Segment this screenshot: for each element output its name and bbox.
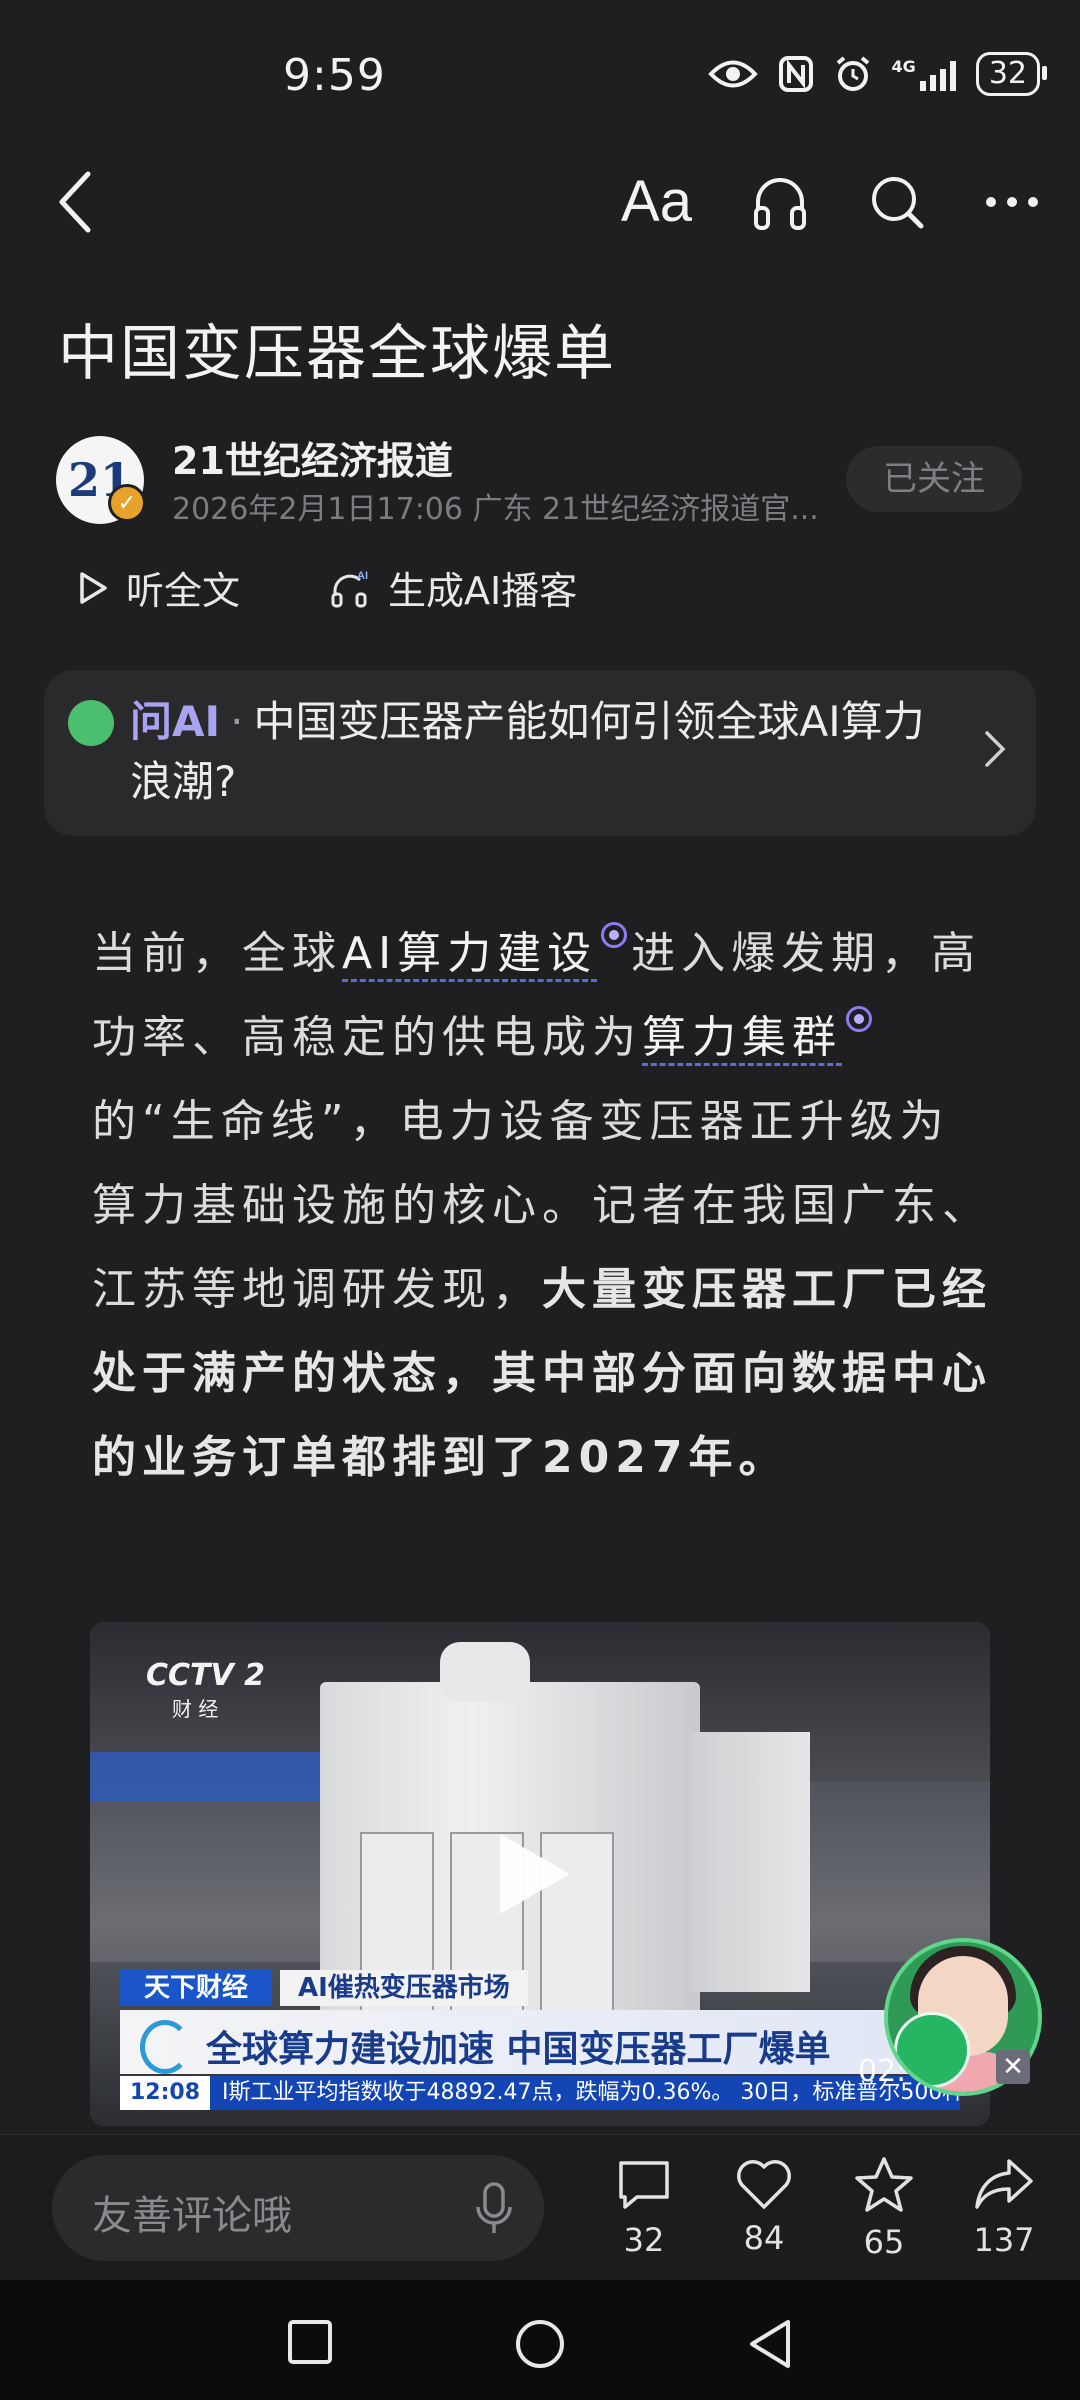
headphones-icon[interactable] [750,172,810,232]
bottom-bar: 友善评论哦 32 84 65 137 [0,2134,1080,2281]
follow-button[interactable]: 已关注 [846,446,1022,512]
comment-button[interactable]: 32 [584,2155,704,2261]
article-title: 中国变压器全球爆单 [58,319,616,389]
channel-logo: CCTV 2财 经 [146,1658,266,1721]
network-type: 4G [891,57,916,76]
article-body: 当前，全球AI算力建设 进入爆发期，高功率、高稳定的供电成为算力集群的“生命线”，… [92,912,992,1500]
ai-headphones-icon: AI [331,570,368,607]
top-nav: Aa [0,160,1080,250]
nfc-icon [778,56,813,92]
eye-icon [707,60,758,88]
ai-podcast-label: 生成AI播客 [388,569,578,613]
chevron-left-icon [59,171,91,233]
comment-input[interactable]: 友善评论哦 [52,2155,544,2261]
favorite-button[interactable]: 65 [824,2155,944,2261]
status-time: 9:59 [283,50,386,101]
video-tag: AI催热变压器市场 [280,1970,528,2006]
video-player[interactable]: CCTV 2财 经 天下财经 AI催热变压器市场 全球算力建设加速 中国变压器工… [90,1622,990,2126]
star-icon [855,2157,913,2212]
video-headline: 全球算力建设加速 中国变压器工厂爆单 [206,2029,831,2070]
microphone-icon[interactable] [474,2181,514,2237]
author-avatar[interactable]: 21 ✓ [56,436,146,524]
listen-full-button[interactable]: 听全文 [78,560,240,615]
play-outline-icon [80,571,107,604]
listen-full-label: 听全文 [126,569,241,613]
font-size-button[interactable]: Aa [621,168,692,235]
ticker-clock: 12:08 [120,2076,211,2110]
signal-icon: 4G [892,57,956,91]
swirl-logo-icon [140,2020,190,2074]
heart-icon [737,2160,791,2209]
body-text: 当前，全球 [92,928,342,979]
video-scene [440,1642,530,1702]
share-count: 137 [973,2221,1035,2259]
more-icon[interactable] [984,195,1040,209]
author-name[interactable]: 21世纪经济报道 [172,430,453,485]
comment-icon [619,2161,669,2209]
video-scene [690,1732,810,1992]
recent-apps-icon[interactable] [286,2318,334,2366]
listen-row: 听全文 AI 生成AI播客 [78,560,577,615]
ticker-text: I斯工业平均指数收于48892.47点，跌幅为0.36%。 30日，标准普尔50… [222,2080,960,2105]
ask-ai-logo-icon [68,700,114,746]
keyword-link[interactable]: 算力集群 [642,1012,842,1066]
close-icon[interactable]: ✕ [996,2050,1030,2084]
search-icon[interactable] [868,173,926,231]
video-headline-bar: 全球算力建设加速 中国变压器工厂爆单 [120,2010,960,2074]
ai-keyword-icon[interactable] [846,1006,872,1032]
share-icon [975,2159,1033,2209]
comment-count: 32 [623,2221,665,2259]
share-button[interactable]: 137 [944,2155,1064,2261]
status-icons: 4G 32 [707,52,1048,96]
back-button[interactable] [56,170,96,238]
ask-ai-card[interactable]: 问AI · 中国变压器产能如何引领全球AI算力浪潮? [44,670,1036,836]
ai-podcast-button[interactable]: AI 生成AI播客 [330,560,577,615]
ask-ai-dot: · [230,697,244,746]
video-scene [90,1752,330,1802]
keyword-link[interactable]: AI算力建设 [342,928,598,982]
favorite-count: 65 [863,2223,905,2261]
verified-badge-icon: ✓ [108,484,146,522]
battery-indicator: 32 [975,52,1048,96]
ask-ai-text: 问AI · 中国变压器产能如何引领全球AI算力浪潮? [130,692,950,812]
like-button[interactable]: 84 [704,2155,824,2261]
ask-ai-label: 问AI [130,697,221,746]
assistant-logo-icon [894,2012,970,2088]
like-count: 84 [743,2219,785,2257]
play-icon[interactable] [500,1834,570,1914]
video-ticker: 12:08 I斯工业平均指数收于48892.47点，跌幅为0.36%。 30日，标… [120,2076,960,2110]
chevron-right-icon [985,731,1006,767]
comment-placeholder: 友善评论哦 [92,2193,292,2239]
back-nav-icon[interactable] [746,2318,794,2370]
author-meta: 2026年2月1日17:06 广东 21世纪经济报道官... [172,492,819,527]
svg-text:AI: AI [357,570,368,582]
ai-keyword-icon[interactable] [601,922,628,948]
system-nav-bar [0,2280,1080,2400]
alarm-icon [836,56,869,91]
video-tag: 天下财经 [120,1970,273,2006]
home-icon[interactable] [514,2318,566,2370]
